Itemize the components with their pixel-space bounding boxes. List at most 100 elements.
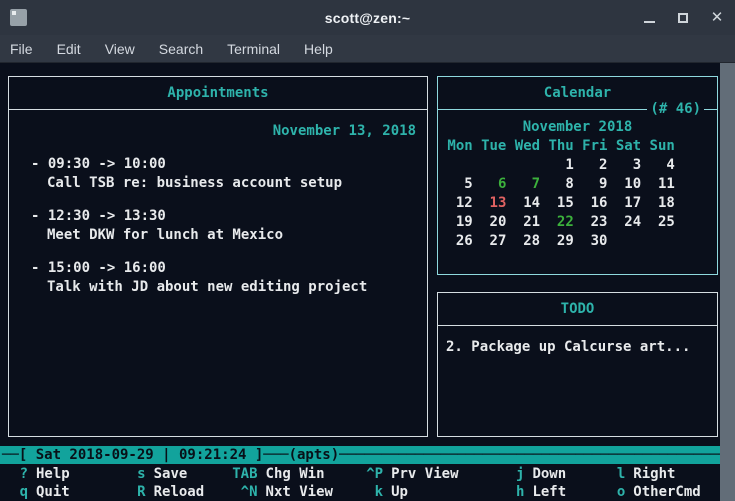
action-label: Save [154,465,188,483]
window-controls: ✕ [639,0,727,35]
menu-item-edit[interactable]: Edit [57,37,81,61]
weekday-header: Thu [548,137,582,156]
weekday-header: Tue [481,137,515,156]
close-button[interactable]: ✕ [707,8,727,28]
maximize-icon [678,13,688,23]
terminal-scrollbar[interactable] [720,63,735,501]
keybinding-column: ^PPrv View kUp [358,465,502,501]
action-label: Left [532,483,566,501]
keybinding-column: s Save R Reload [134,465,228,501]
menu-item-view[interactable]: View [105,37,135,61]
weekday-header: Sat [615,137,649,156]
calendar-day-with-appointments: 7 [514,175,548,194]
menu-item-terminal[interactable]: Terminal [227,37,280,61]
keybinding-left: h Left [502,483,605,501]
window-title: scott@zen:~ [0,10,735,26]
action-label: Quit [36,483,70,501]
calendar-day: 15 [548,194,582,213]
calendar-grid: Mon Tue Wed Thu Fri Sat Sun 1 2 3 4 5 6 … [447,137,717,251]
calendar-day-with-appointments: 6 [481,175,515,194]
terminal-screen[interactable]: Appointments November 13, 2018 - 09:30 -… [0,63,735,501]
calendar-panel: Calendar (# 46) November 2018 Mon Tue We… [437,76,718,275]
keybinding-right: lRight [605,465,720,483]
appointment-item: - 09:30 -> 10:00 Call TSB re: business a… [9,155,427,193]
calendar-panel-title: Calendar (# 46) [438,77,717,110]
keybinding-column: TABChg Win ^NNxt View [228,465,359,501]
calendar-selected-day: 13 [481,194,515,213]
action-label: OtherCmd [633,483,700,501]
keybinding-down: j Down [502,465,605,483]
action-label: Reload [154,483,205,501]
keybinding-column: j Down h Left [502,465,605,501]
calendar-day: 19 [447,213,481,232]
key-label: ^P [358,465,383,483]
terminal-window: scott@zen:~ ✕ File Edit View Search Term… [0,0,735,501]
keybinding-column: lRight oOtherCmd [605,465,720,501]
calendar-day: 4 [649,156,683,175]
calendar-day: 14 [514,194,548,213]
calendar-day: 21 [514,213,548,232]
key-label: j [502,465,524,483]
calendar-title-label: Calendar [544,85,611,101]
calendar-day: 12 [447,194,481,213]
week-number-badge: (# 46) [647,100,704,119]
calendar-day: 28 [514,232,548,251]
calendar-day: 20 [481,213,515,232]
calendar-day: 29 [548,232,582,251]
calendar-day: 26 [447,232,481,251]
keybindings-bar: ?Help qQuit sSave RReload TABChg Win ^NN… [0,465,720,501]
appointments-panel: Appointments November 13, 2018 - 09:30 -… [8,76,428,437]
action-label: Up [391,483,408,501]
appointment-time: - 15:00 -> 16:00 [9,259,427,278]
calendar-day: 16 [582,194,616,213]
weekday-header: Mon [447,137,481,156]
action-label: Prv View [391,465,458,483]
menu-item-search[interactable]: Search [159,37,203,61]
key-label: h [502,483,524,501]
todo-panel: TODO 2. Package up Calcurse art... [437,292,718,437]
calendar-day: 2 [582,156,616,175]
action-label: Chg Win [266,465,325,483]
calendar-day [514,156,548,175]
calendar-day: 5 [447,175,481,194]
menu-item-file[interactable]: File [10,37,33,61]
key-label: ? [8,465,28,483]
keybinding-reload: R Reload [134,483,228,501]
key-label: R [134,483,146,501]
key-label: s [134,465,146,483]
keybinding-prv-view: ^P Prv View [358,465,502,483]
calendar-day: 9 [582,175,616,194]
close-icon: ✕ [711,10,724,25]
keybinding-othercmd: oOtherCmd [605,483,720,501]
calendar-day: 11 [649,175,683,194]
keybinding-help: ?Help [8,465,134,483]
calendar-day [481,156,515,175]
calendar-day [649,232,683,251]
calendar-day: 10 [615,175,649,194]
appointment-description: Call TSB re: business account setup [9,174,427,193]
calendar-day: 30 [582,232,616,251]
weekday-header: Fri [582,137,616,156]
calendar-day: 18 [649,194,683,213]
menubar: File Edit View Search Terminal Help [0,35,735,63]
key-label: q [8,483,28,501]
appointments-date: November 13, 2018 [9,122,416,141]
action-label: Down [532,465,566,483]
keybinding-quit: q Quit [8,483,134,501]
menu-item-help[interactable]: Help [304,37,333,61]
maximize-button[interactable] [673,8,693,28]
weekday-header: Wed [514,137,548,156]
calendar-day: 27 [481,232,515,251]
key-label: TAB [228,465,258,483]
minimize-button[interactable] [639,8,659,28]
appointments-panel-title: Appointments [9,77,427,110]
terminal-app-icon [10,9,27,26]
status-bar: ──[ Sat 2018-09-29 | 09:21:24 ]───(apts)… [0,446,720,464]
keybinding-column: ?Help q Quit [8,465,134,501]
titlebar[interactable]: scott@zen:~ ✕ [0,0,735,35]
calendar-day: 24 [615,213,649,232]
calendar-day: 1 [548,156,582,175]
key-label: ^N [228,483,258,501]
appointment-item: - 12:30 -> 13:30 Meet DKW for lunch at M… [9,207,427,245]
calendar-day: 25 [649,213,683,232]
